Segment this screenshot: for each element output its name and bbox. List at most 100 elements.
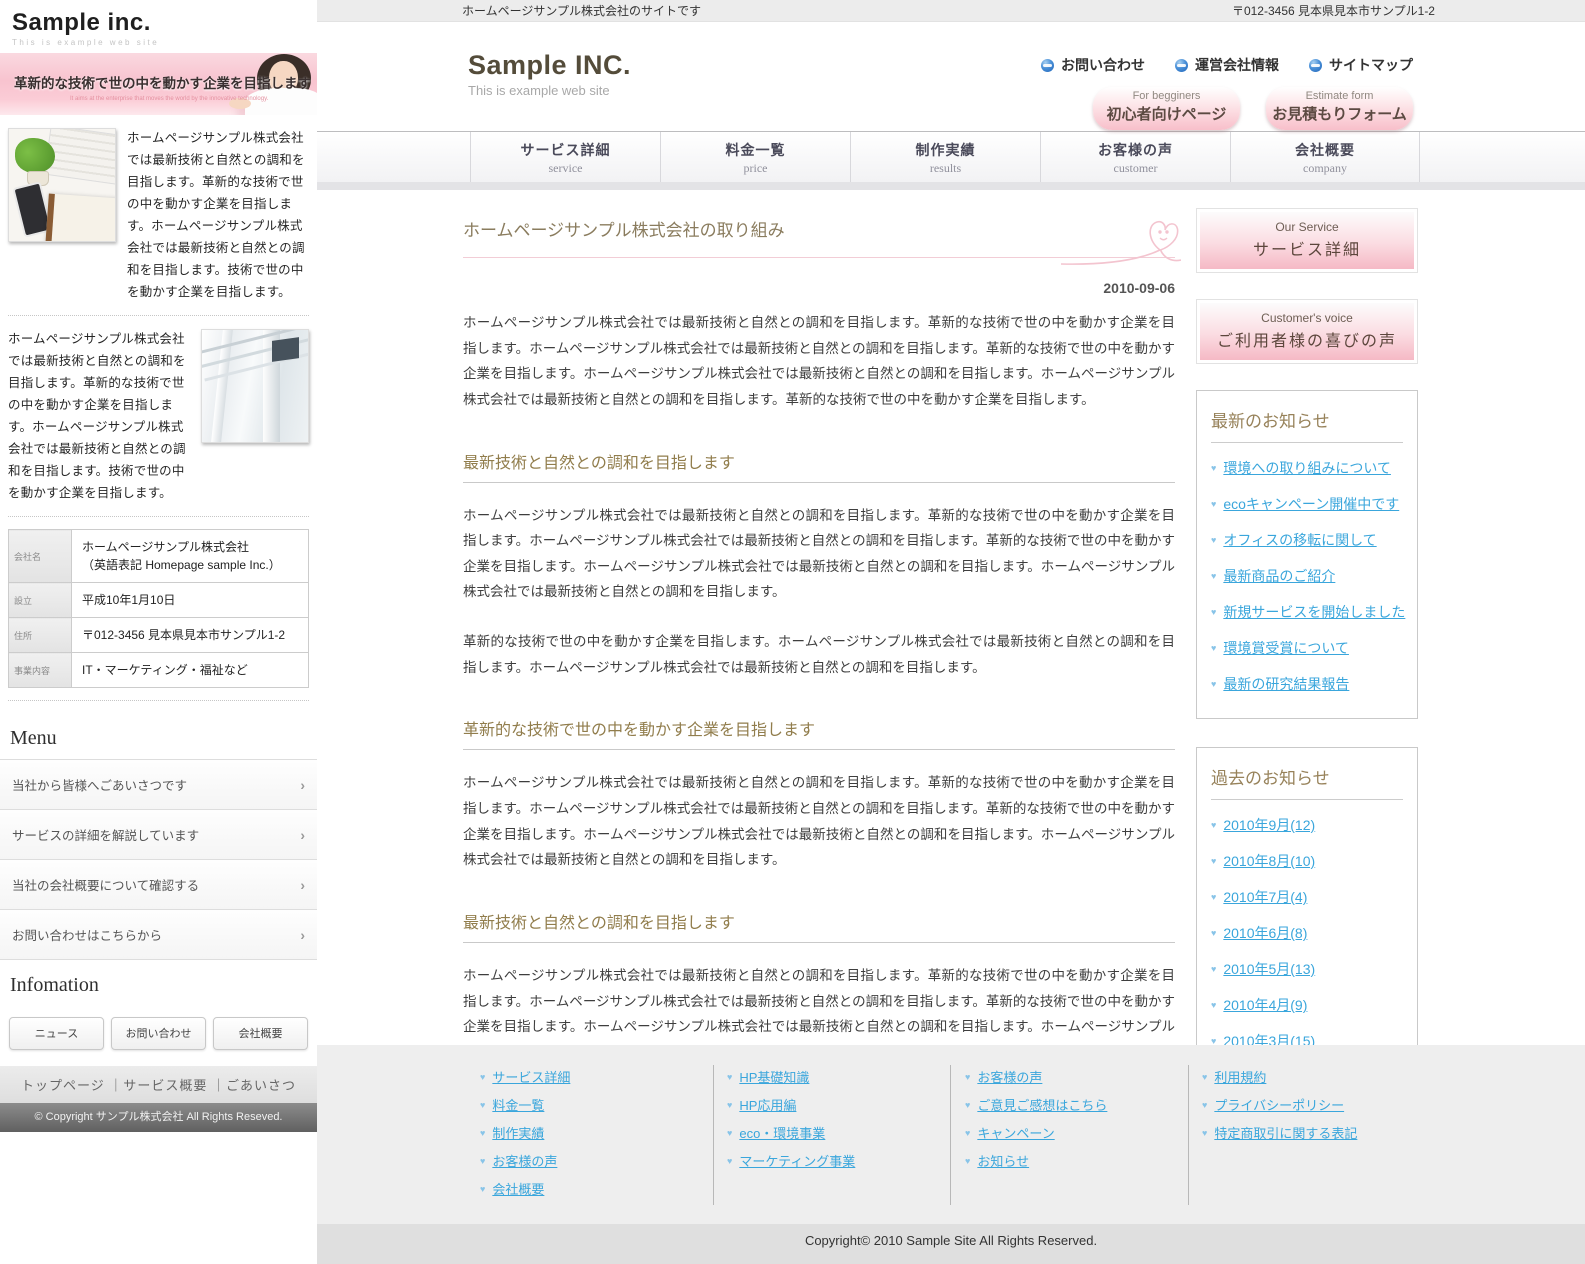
nav-label: 料金一覧 (661, 140, 850, 160)
heart-bullet-icon: ♥ (1211, 679, 1216, 689)
footer-link[interactable]: ご意見ご感想はこちら (977, 1098, 1107, 1113)
news-link-item: ♥ 新規サービスを開始しました (1211, 594, 1403, 630)
archive-link[interactable]: 2010年5月(13) (1223, 961, 1315, 977)
footer-link-item: ♥マーケティング事業 (727, 1147, 855, 1175)
heart-bullet-icon: ♥ (1211, 571, 1216, 581)
menu-item-contact[interactable]: お問い合わせはこちらから › (0, 910, 317, 960)
nav-item-customer[interactable]: お客様の声 customer (1040, 132, 1230, 182)
nav-label: サービス詳細 (471, 140, 660, 160)
footer-link[interactable]: 制作実績 (492, 1126, 544, 1141)
site-logo[interactable]: Sample INC. This is example web site (468, 51, 631, 98)
archive-link[interactable]: 2010年4月(9) (1223, 997, 1307, 1013)
footer-link[interactable]: プライバシーポリシー (1214, 1098, 1344, 1113)
footer-link[interactable]: 特定商取引に関する表記 (1214, 1126, 1357, 1141)
footer-link[interactable]: HP応用編 (739, 1098, 796, 1113)
information-heading: Infomation (0, 960, 317, 1006)
heart-bullet-icon: ♥ (1211, 607, 1216, 617)
customer-voice-banner[interactable]: Customer's voice ご利用者様の喜びの声 (1196, 299, 1418, 364)
building-photo (201, 329, 309, 443)
footer-link[interactable]: eco・環境事業 (739, 1126, 825, 1141)
nav-item-company[interactable]: 会社概要 company (1230, 132, 1420, 182)
article-paragraph: 革新的な技術で世の中を動かす企業を目指します。ホームページサンプル株式会社では最… (463, 629, 1175, 680)
article-paragraph: ホームページサンプル株式会社では最新技術と自然との調和を目指します。革新的な技術… (463, 770, 1175, 873)
nav-item-service[interactable]: サービス詳細 service (470, 132, 660, 182)
mini-logo: Sample inc. This is example web site (0, 0, 317, 47)
postal-address: 〒012-3456 見本県見本市サンプル1-2 (1232, 2, 1435, 19)
menu-item-label: お問い合わせはこちらから (12, 929, 162, 943)
footer-link[interactable]: マーケティング事業 (739, 1154, 855, 1169)
news-link[interactable]: ecoキャンペーン開催中です (1223, 496, 1399, 512)
archive-link-item: ♥2010年4月(9) (1211, 987, 1403, 1023)
heart-bullet-icon: ♥ (965, 1100, 970, 1110)
sitemap-link[interactable]: サイトマップ (1309, 55, 1413, 75)
footer-link-item: ♥お客様の声 (965, 1063, 1107, 1091)
footer-link-item: ♥会社概要 (480, 1175, 570, 1203)
table-row: 設立 平成10年1月10日 (9, 583, 309, 618)
footer-link[interactable]: 料金一覧 (492, 1098, 544, 1113)
footer-link[interactable]: キャンペーン (977, 1126, 1054, 1141)
footer-link[interactable]: お客様の声 (977, 1070, 1042, 1085)
news-link[interactable]: 新規サービスを開始しました (1223, 604, 1405, 620)
footer-link-item: ♥特定商取引に関する表記 (1202, 1119, 1357, 1147)
customer-banner-label: ご利用者様の喜びの声 (1200, 327, 1414, 351)
footer-link-item: ♥eco・環境事業 (727, 1119, 855, 1147)
news-button[interactable]: ニュース (9, 1017, 104, 1050)
footer-link[interactable]: 会社概要 (492, 1182, 544, 1197)
footer-column-1: ♥サービス詳細 ♥料金一覧 ♥制作実績 ♥お客様の声 ♥会社概要 (480, 1063, 570, 1203)
intro-text-1: ホームページサンプル株式会社では最新技術と自然との調和を目指します。革新的な技術… (127, 128, 309, 303)
menu-item-label: 当社から皆様へごあいさつです (12, 779, 187, 793)
news-link[interactable]: 環境への取り組みについて (1223, 460, 1391, 476)
news-link-item: ♥オフィスの移転に関して (1211, 522, 1403, 558)
footer-link[interactable]: サービス詳細 (492, 1070, 570, 1085)
nav-sublabel: service (471, 161, 660, 176)
footer-link[interactable]: HP基礎知識 (739, 1070, 809, 1085)
archive-box: 過去のお知らせ ♥2010年9月(12) ♥2010年8月(10) ♥2010年… (1196, 747, 1418, 1076)
news-link[interactable]: オフィスの移転に関して (1223, 532, 1376, 548)
estimate-button-label: お見積もりフォーム (1266, 103, 1413, 124)
footer-link-item: ♥制作実績 (480, 1119, 570, 1147)
footer-link[interactable]: お客様の声 (492, 1154, 557, 1169)
section-heading: 革新的な技術で世の中を動かす企業を目指します (463, 716, 1175, 750)
nav-item-results[interactable]: 制作実績 results (850, 132, 1040, 182)
latest-news-title: 最新のお知らせ (1211, 407, 1403, 432)
archive-link[interactable]: 2010年9月(12) (1223, 817, 1315, 833)
company-info-table: 会社名 ホームページサンプル株式会社 （英語表記 Homepage sample… (8, 529, 309, 688)
operating-company-link[interactable]: 運営会社情報 (1175, 55, 1279, 75)
chevron-right-icon: › (300, 877, 305, 893)
estimate-button-subtitle: Estimate form (1266, 90, 1413, 102)
nav-bottom-strip (317, 182, 1585, 190)
footer-link[interactable]: 利用規約 (1214, 1070, 1266, 1085)
contact-button[interactable]: お問い合わせ (111, 1017, 206, 1050)
beginners-page-button[interactable]: For begginers 初心者向けページ (1093, 87, 1240, 130)
dotted-divider (8, 516, 309, 517)
article-paragraph: ホームページサンプル株式会社では最新技術と自然との調和を目指します。革新的な技術… (463, 310, 1175, 413)
article-title-block: ホームページサンプル株式会社の取り組み (463, 216, 1175, 258)
news-link[interactable]: 最新商品のご紹介 (1223, 568, 1335, 584)
archive-link[interactable]: 2010年7月(4) (1223, 889, 1307, 905)
company-button[interactable]: 会社概要 (213, 1017, 308, 1050)
top-utility-bar: ホームページサンプル株式会社のサイトです 〒012-3456 見本県見本市サンプ… (317, 0, 1585, 22)
menu-item-greeting[interactable]: 当社から皆様へごあいさつです › (0, 760, 317, 810)
contact-link[interactable]: お問い合わせ (1041, 55, 1145, 75)
latest-news-box: 最新のお知らせ ♥環境への取り組みについて ♥ecoキャンペーン開催中です ♥オ… (1196, 390, 1418, 719)
footer-link[interactable]: お知らせ (977, 1154, 1029, 1169)
news-link[interactable]: 環境賞受賞について (1223, 640, 1349, 656)
service-banner[interactable]: Our Service サービス詳細 (1196, 208, 1418, 273)
footer-link-item: ♥ ご意見ご感想はこちら (965, 1091, 1107, 1119)
footer-link-item: ♥キャンペーン (965, 1119, 1107, 1147)
site-description: ホームページサンプル株式会社のサイトです (462, 2, 701, 19)
estimate-form-button[interactable]: Estimate form お見積もりフォーム (1266, 87, 1413, 130)
archive-link[interactable]: 2010年8月(10) (1223, 853, 1315, 869)
archive-link-item: ♥2010年6月(8) (1211, 915, 1403, 951)
nav-item-price[interactable]: 料金一覧 price (660, 132, 850, 182)
menu-item-company[interactable]: 当社の会社概要について確認する › (0, 860, 317, 910)
sitemap-label: サイトマップ (1329, 55, 1413, 75)
heart-bullet-icon: ♥ (480, 1156, 485, 1166)
news-link[interactable]: 最新の研究結果報告 (1223, 676, 1349, 692)
header-right-area: お問い合わせ 運営会社情報 サイトマップ For begginers 初心者向け… (1041, 55, 1413, 130)
footer-link-item: ♥利用規約 (1202, 1063, 1357, 1091)
mini-footer-links[interactable]: トップページ ｜サービス概要 ｜ごあいさつ (0, 1066, 317, 1103)
menu-item-service[interactable]: サービスの詳細を解説しています › (0, 810, 317, 860)
archive-link[interactable]: 2010年6月(8) (1223, 925, 1307, 941)
footer-divider (1188, 1065, 1189, 1205)
